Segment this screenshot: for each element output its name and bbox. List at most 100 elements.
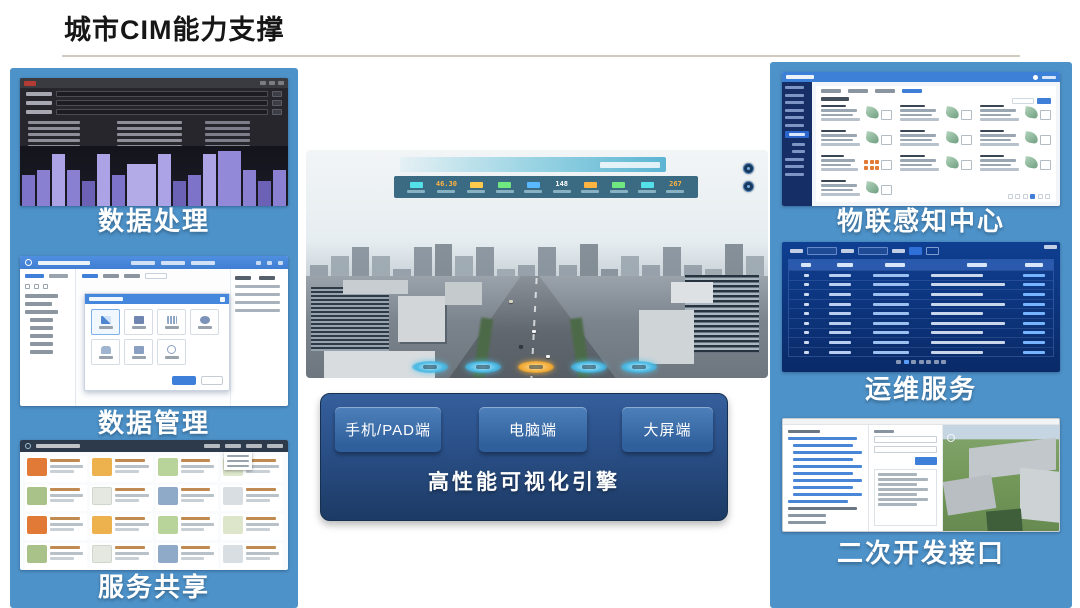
- form-input-blob: [874, 436, 937, 443]
- hud-stat-value: 148: [555, 181, 568, 188]
- label-data-management: 数据管理: [10, 408, 298, 438]
- data-type-tile: [157, 339, 186, 365]
- form-label-blob: [874, 430, 894, 433]
- city-nav-oval-1[interactable]: [412, 361, 448, 373]
- hud-stat-value: [498, 182, 511, 188]
- sensor-text-blob: [980, 155, 1005, 158]
- pc-button[interactable]: 电脑端: [479, 407, 587, 452]
- sensor-text-blob: [900, 105, 925, 108]
- card-line-blob: [115, 494, 148, 497]
- hud-stat: [638, 182, 656, 193]
- api-link-list: [783, 425, 869, 531]
- card-title-blob: [50, 546, 80, 549]
- code-line-blob: [878, 478, 928, 481]
- add-button-blob: [1037, 98, 1051, 104]
- label-service-sharing: 服务共享: [10, 572, 298, 602]
- map-thumbnail: [158, 458, 178, 476]
- file-row-blob: [235, 301, 280, 304]
- green-chart-icon: [1024, 131, 1038, 144]
- card-line-blob: [115, 465, 148, 468]
- tile-label-blob: [132, 356, 146, 359]
- city-nav-oval-4[interactable]: [571, 361, 607, 373]
- site-header: [20, 440, 288, 452]
- sensor-card: [900, 155, 971, 176]
- api-link-blob: [793, 465, 862, 468]
- page-blob: [1008, 194, 1013, 199]
- screenshot-service-sharing: [20, 440, 288, 570]
- map-tool-button[interactable]: [743, 163, 754, 174]
- big-screen-button[interactable]: 大屏端: [622, 407, 713, 452]
- city-nav-oval-3-active[interactable]: [518, 361, 554, 373]
- code-line-blob: [878, 498, 928, 501]
- app-logo-blob: [786, 75, 814, 79]
- window-button-icon: [269, 81, 275, 85]
- sensor-card: [821, 130, 892, 151]
- card-title-blob: [115, 546, 145, 549]
- tree-item-blob: [30, 326, 53, 330]
- mobile-pad-button[interactable]: 手机/PAD端: [335, 407, 441, 452]
- path-row: [26, 109, 282, 115]
- menu-item-blob: [191, 261, 215, 265]
- card-line-blob: [50, 557, 74, 560]
- query-button-blob: [909, 247, 922, 255]
- map-thumbnail: [27, 487, 47, 505]
- building-bar: [22, 175, 35, 206]
- sensor-text-blob: [900, 159, 936, 162]
- sensor-text-blob: [980, 159, 1016, 162]
- tree-item-blob: [25, 302, 52, 306]
- table-row: [789, 328, 1053, 338]
- sensor-text-blob: [980, 168, 1019, 171]
- sensor-text-blob: [900, 155, 925, 158]
- tile-icon: [101, 316, 111, 324]
- card-line-blob: [246, 557, 270, 560]
- sidebar-item-blob: [785, 116, 804, 119]
- sidebar-item-blob: [792, 150, 805, 153]
- tab-blob: [875, 89, 895, 93]
- card-title-blob: [115, 488, 145, 491]
- card-title-blob: [50, 517, 80, 520]
- sidebar-item-blob: [785, 173, 804, 176]
- tile-icon: [167, 316, 177, 324]
- api-link-blob: [793, 493, 862, 496]
- window-button-icon: [267, 261, 272, 265]
- building-bar: [203, 154, 216, 206]
- data-type-tile: [91, 339, 120, 365]
- field-input-blob: [56, 100, 268, 106]
- sensor-text-blob: [900, 130, 925, 133]
- building-block: [639, 310, 694, 365]
- map-tool-button[interactable]: [743, 181, 754, 192]
- response-box: [874, 469, 937, 526]
- hud-stat-value: [527, 182, 540, 188]
- api-link-blob: [793, 472, 853, 475]
- hud-stats: 46.30148267: [394, 176, 698, 198]
- hud-stat-label-blob: [407, 190, 425, 193]
- sensor-text-blob: [821, 105, 846, 108]
- green-chart-icon: [945, 156, 959, 169]
- sensor-card-grid: [821, 105, 1051, 201]
- service-card: [221, 543, 283, 569]
- filter-label-blob: [892, 249, 905, 253]
- service-card: [156, 456, 218, 482]
- hud-stat: [581, 182, 599, 193]
- text-blob: [28, 133, 80, 136]
- card-line-blob: [246, 470, 270, 473]
- upload-dialog: [84, 293, 230, 391]
- window-button-icon: [256, 261, 261, 265]
- map-thumbnail: [92, 487, 112, 505]
- green-chart-icon: [1024, 156, 1038, 169]
- card-line-blob: [50, 494, 83, 497]
- field-label-blob: [26, 101, 52, 105]
- city-nav-oval-2[interactable]: [465, 361, 501, 373]
- nav-item-blob: [225, 444, 241, 448]
- car: [519, 345, 523, 348]
- hud-stat: [467, 182, 485, 193]
- service-card: [221, 485, 283, 511]
- service-card: [25, 456, 87, 482]
- building-bar: [82, 181, 95, 206]
- path-inputs: [20, 88, 288, 119]
- code-line-blob: [878, 488, 928, 491]
- text-blob: [28, 139, 80, 142]
- city-nav-oval-5[interactable]: [621, 361, 657, 373]
- pagination: [1008, 194, 1051, 199]
- text-blob: [28, 121, 80, 124]
